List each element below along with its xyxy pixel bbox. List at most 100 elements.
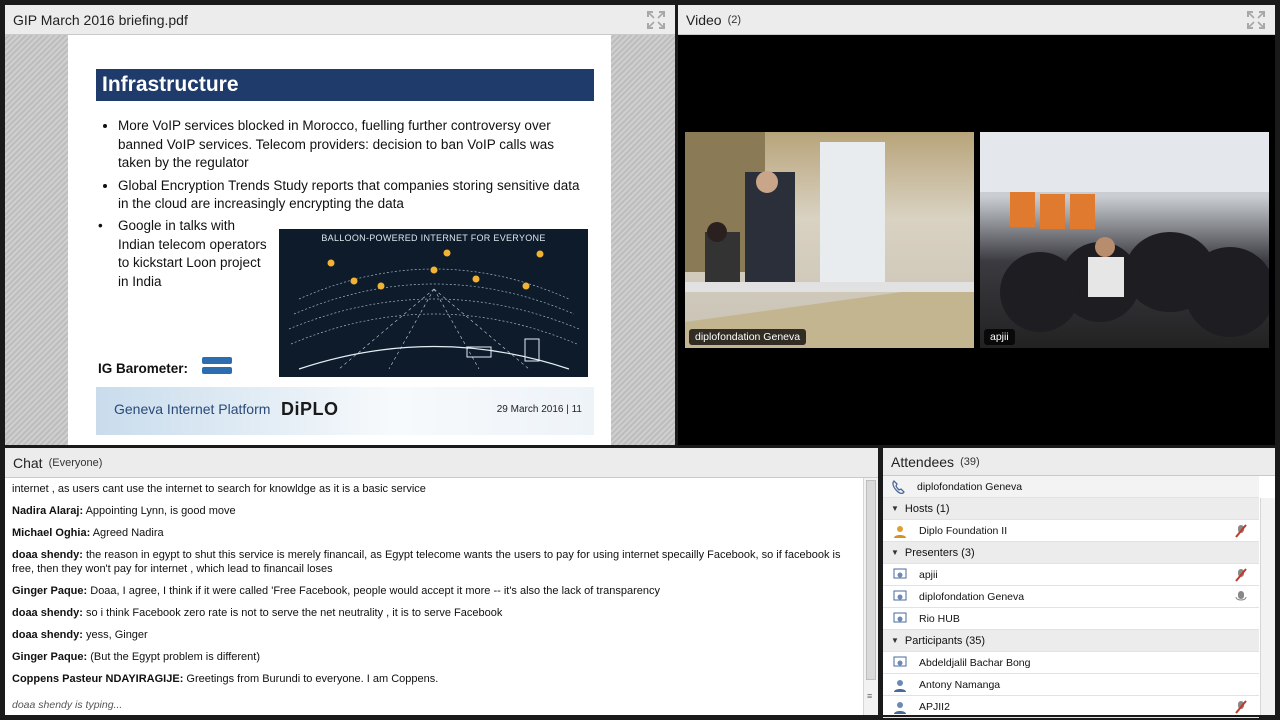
video-feed-label: apjii xyxy=(984,329,1015,345)
chat-message: Ginger Paque: (But the Egypt problem is … xyxy=(12,650,857,664)
audience-scene xyxy=(980,132,1269,337)
mic-muted-icon[interactable] xyxy=(1235,700,1247,714)
bullet-dot: • xyxy=(98,218,103,233)
group-hosts[interactable]: ▼ Hosts (1) xyxy=(883,498,1259,520)
chat-text: Agreed Nadira xyxy=(90,527,164,539)
attendee-row[interactable]: Rio HUB xyxy=(883,608,1259,630)
balloon-image: BALLOON-POWERED INTERNET FOR EVERYONE xyxy=(279,229,588,377)
current-user-name: diplofondation Geneva xyxy=(917,480,1023,493)
collapse-triangle-icon[interactable]: ▼ xyxy=(891,504,899,513)
chat-text: Doaa, I agree, I think if it were called… xyxy=(87,585,660,597)
fullscreen-icon[interactable] xyxy=(647,11,665,29)
group-participants[interactable]: ▼ Participants (35) xyxy=(883,630,1259,652)
mic-muted-icon[interactable] xyxy=(1235,568,1247,582)
chat-message: Nadira Alaraj: Appointing Lynn, is good … xyxy=(12,504,857,518)
presenter-icon xyxy=(893,612,907,622)
group-presenters[interactable]: ▼ Presenters (3) xyxy=(883,542,1259,564)
attendee-name: Antony Namanga xyxy=(919,678,1001,691)
chat-scope[interactable]: (Everyone) xyxy=(49,457,103,469)
chat-sender: doaa shendy: xyxy=(12,549,83,561)
chat-sender: Ginger Paque: xyxy=(12,651,88,663)
speaker-scene xyxy=(685,132,974,348)
chat-message: internet , as users cant use the interne… xyxy=(12,482,857,496)
chat-pod: Chat (Everyone) internet , as users cant… xyxy=(5,448,878,715)
chat-message: Ginger Paque: Doaa, I agree, I think if … xyxy=(12,584,857,598)
chat-pod-header: Chat (Everyone) xyxy=(5,448,878,478)
attendee-name: diplofondation Geneva xyxy=(919,590,1025,603)
attendees-pod: Attendees (39) diplofondation Geneva ▼ H… xyxy=(883,448,1275,718)
slide-footer-date: 29 March 2016 | 11 xyxy=(496,404,582,415)
group-hosts-label: Hosts (1) xyxy=(904,502,950,515)
video-pod: Video (2) diplofondation Geneva apjii xyxy=(678,5,1275,445)
chat-messages: internet , as users cant use the interne… xyxy=(5,478,864,715)
barometer-icon xyxy=(202,357,232,374)
slide-bullet: More VoIP services blocked in Morocco, f… xyxy=(118,117,588,173)
attendee-row[interactable]: Diplo Foundation II xyxy=(883,520,1259,542)
video-pod-title: Video xyxy=(686,11,722,28)
share-pod-header: GIP March 2016 briefing.pdf xyxy=(5,5,675,35)
video-feed-label: diplofondation Geneva xyxy=(689,329,807,345)
collapse-triangle-icon[interactable]: ▼ xyxy=(891,548,899,557)
host-icon xyxy=(894,525,906,538)
chat-text: internet , as users cant use the interne… xyxy=(12,483,426,495)
chat-text: Greetings from Burundi to everyone. I am… xyxy=(183,673,439,685)
chat-message: doaa shendy: the reason in egypt to shut… xyxy=(12,548,857,576)
participant-icon xyxy=(894,679,906,692)
presenter-icon xyxy=(893,590,907,600)
video-feed[interactable]: diplofondation Geneva xyxy=(685,132,974,348)
chat-pod-title: Chat xyxy=(13,454,43,471)
balloon-image-caption: BALLOON-POWERED INTERNET FOR EVERYONE xyxy=(321,233,546,243)
chat-text: Appointing Lynn, is good move xyxy=(83,505,236,517)
chat-sender: Michael Oghia: xyxy=(12,527,91,539)
slide-footer: Geneva Internet Platform DiPLO 29 March … xyxy=(96,387,594,435)
participant-icon xyxy=(893,656,907,666)
scroll-thumb[interactable] xyxy=(866,480,876,680)
attendee-name: apjii xyxy=(919,568,938,581)
video-feed-count: (2) xyxy=(727,13,742,26)
gip-logo-text: Geneva Internet Platform xyxy=(114,401,271,417)
video-pod-header: Video (2) xyxy=(678,5,1275,35)
group-participants-label: Participants (35) xyxy=(904,634,986,647)
chat-message: doaa shendy: so i think Facebook zero ra… xyxy=(12,606,857,620)
chat-sender: Coppens Pasteur NDAYIRAGIJE: xyxy=(12,673,184,685)
chat-message: Coppens Pasteur NDAYIRAGIJE: Greetings f… xyxy=(12,672,857,686)
diplo-logo-text: DiPLO xyxy=(281,399,339,419)
group-presenters-label: Presenters (3) xyxy=(904,546,975,559)
chat-scrollbar[interactable]: ≡ xyxy=(863,478,878,715)
chat-sender: Nadira Alaraj: xyxy=(12,505,84,517)
chat-text: so i think Facebook zero rate is not to … xyxy=(82,607,503,619)
phone-icon xyxy=(892,479,905,494)
attendees-pod-title: Attendees xyxy=(891,453,955,470)
slide-bullet-text: Google in talks with Indian telecom oper… xyxy=(118,218,267,289)
chat-sender: Ginger Paque: xyxy=(12,585,88,597)
participant-icon xyxy=(894,701,906,714)
attendee-list: diplofondation Geneva ▼ Hosts (1) Diplo … xyxy=(883,476,1275,718)
chat-text: (But the Egypt problem is different) xyxy=(87,651,261,663)
slide-bullet: Global Encryption Trends Study reports t… xyxy=(118,177,588,214)
attendee-row[interactable]: apjii xyxy=(883,564,1259,586)
attendee-row[interactable]: Antony Namanga xyxy=(883,674,1259,696)
slide: Infrastructure More VoIP services blocke… xyxy=(68,35,611,445)
current-user-row[interactable]: diplofondation Geneva xyxy=(883,476,1259,498)
share-stage: Infrastructure More VoIP services blocke… xyxy=(5,35,675,445)
attendee-scrollbar[interactable] xyxy=(1260,498,1275,715)
slide-bullets: More VoIP services blocked in Morocco, f… xyxy=(98,117,588,218)
mic-muted-icon[interactable] xyxy=(1235,524,1247,538)
attendee-row[interactable]: diplofondation Geneva xyxy=(883,586,1259,608)
share-pod-title: GIP March 2016 briefing.pdf xyxy=(13,11,188,28)
attendee-name: Diplo Foundation II xyxy=(919,524,1008,537)
attendee-name: APJII2 xyxy=(919,700,950,713)
slide-title: Infrastructure xyxy=(96,69,594,101)
mic-active-icon[interactable] xyxy=(1235,590,1247,604)
fullscreen-icon[interactable] xyxy=(1247,11,1265,29)
chat-sender: doaa shendy: xyxy=(12,607,83,619)
attendee-row[interactable]: APJII2 xyxy=(883,696,1259,718)
scroll-grip-icon[interactable]: ≡ xyxy=(867,691,872,701)
chat-sender: doaa shendy: xyxy=(12,629,83,641)
attendee-row[interactable]: Abdeldjalil Bachar Bong xyxy=(883,652,1259,674)
chat-text: yess, Ginger xyxy=(82,629,148,641)
balloon-illustration xyxy=(288,249,580,370)
share-pod: GIP March 2016 briefing.pdf Infrastructu… xyxy=(5,5,675,445)
collapse-triangle-icon[interactable]: ▼ xyxy=(891,636,899,645)
video-feed[interactable]: apjii xyxy=(980,132,1269,348)
